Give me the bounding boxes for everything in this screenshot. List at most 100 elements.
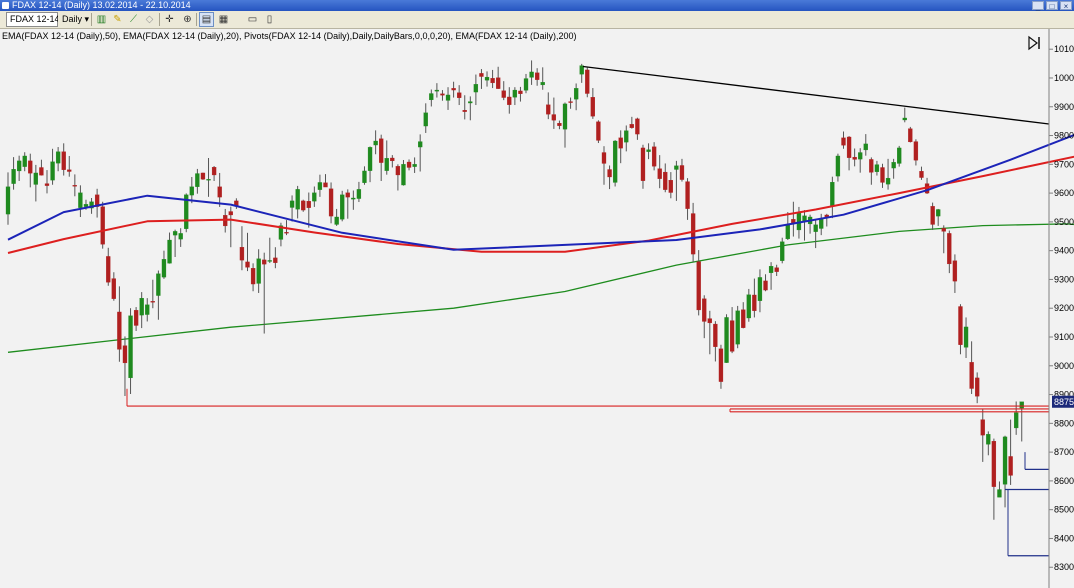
y-tick-label: 9000 xyxy=(1054,361,1074,371)
candle xyxy=(340,191,344,222)
candle xyxy=(95,189,99,218)
instrument-selector[interactable]: FDAX 12-14 ▾ xyxy=(6,12,58,27)
candle xyxy=(34,165,38,202)
candle xyxy=(440,90,444,101)
candle xyxy=(457,85,461,105)
candle xyxy=(435,83,439,97)
candle xyxy=(725,314,729,363)
candle xyxy=(474,75,478,106)
candle xyxy=(630,117,634,129)
y-tick-label: 8400 xyxy=(1054,533,1074,543)
candle xyxy=(842,132,846,149)
candle xyxy=(775,265,779,276)
candle xyxy=(524,74,528,93)
y-tick-label: 10100 xyxy=(1054,44,1074,54)
chevron-down-icon: ▾ xyxy=(85,14,90,24)
candle xyxy=(101,202,105,249)
candle xyxy=(658,155,662,188)
candle xyxy=(418,134,422,171)
candle xyxy=(123,336,127,396)
bar-chart-icon[interactable]: ▥ xyxy=(94,12,109,27)
candle xyxy=(992,439,996,520)
candle xyxy=(318,175,322,197)
minimize-icon[interactable]: _ xyxy=(1032,1,1044,10)
properties-icon[interactable]: ▭ xyxy=(245,12,260,27)
candle xyxy=(764,274,768,291)
candle xyxy=(106,248,110,286)
candle xyxy=(251,263,255,291)
instrument-label: FDAX 12-14 xyxy=(10,14,60,24)
y-tick-label: 9600 xyxy=(1054,188,1074,198)
candle xyxy=(446,87,450,110)
candle xyxy=(62,143,66,175)
y-tick-label: 9100 xyxy=(1054,332,1074,342)
chart-style-alt-icon[interactable]: ▦ xyxy=(216,12,231,27)
candle xyxy=(652,142,656,170)
toolbar-divider xyxy=(196,13,197,26)
trendline[interactable] xyxy=(583,66,1049,124)
candle xyxy=(730,307,734,353)
candle xyxy=(619,130,623,163)
candle xyxy=(190,177,194,203)
candle xyxy=(674,161,678,201)
candle xyxy=(869,157,873,184)
candle xyxy=(769,262,773,290)
candle xyxy=(357,182,361,202)
scroll-to-end-icon[interactable] xyxy=(1029,37,1039,49)
candle xyxy=(502,81,506,100)
y-tick-label: 8700 xyxy=(1054,447,1074,457)
candle xyxy=(17,156,21,181)
candle xyxy=(591,88,595,119)
candle xyxy=(407,159,411,170)
magnify-icon[interactable]: ⊕ xyxy=(180,12,195,27)
candle xyxy=(747,289,751,322)
chart-style-icon[interactable]: ▤ xyxy=(199,12,214,27)
candle xyxy=(240,226,244,270)
candle xyxy=(301,200,305,212)
interval-selector[interactable]: Daily ▾ xyxy=(58,12,88,27)
candle xyxy=(78,185,82,217)
candle xyxy=(173,230,177,257)
candle xyxy=(791,202,795,237)
eraser-icon[interactable]: ◇ xyxy=(142,12,157,27)
price-chart[interactable]: 8300840085008600870088008900900091009200… xyxy=(0,29,1074,588)
data-box-icon[interactable]: ▯ xyxy=(262,12,277,27)
candle xyxy=(207,158,211,197)
maximize-icon[interactable]: □ xyxy=(1046,1,1058,10)
candle xyxy=(741,302,745,328)
candle xyxy=(323,174,327,187)
pencil-icon[interactable]: ✎ xyxy=(110,12,125,27)
close-icon[interactable]: × xyxy=(1060,1,1072,10)
toolbar-divider xyxy=(159,13,160,26)
y-tick-label: 8600 xyxy=(1054,476,1074,486)
candle xyxy=(362,166,366,184)
candle xyxy=(697,250,701,315)
candle xyxy=(212,166,216,181)
candle xyxy=(229,207,233,248)
candle xyxy=(647,143,651,159)
candle xyxy=(814,220,818,248)
candle xyxy=(563,102,567,147)
candle xyxy=(713,321,717,361)
candle xyxy=(752,279,756,318)
candle xyxy=(596,120,600,143)
crosshair-icon[interactable]: ✛ xyxy=(162,12,177,27)
candle xyxy=(268,238,272,263)
candle xyxy=(12,157,16,190)
y-tick-label: 9800 xyxy=(1054,131,1074,141)
drawing-tool-icon[interactable]: ⟋ xyxy=(126,12,141,27)
y-tick-label: 8300 xyxy=(1054,562,1074,572)
candle xyxy=(964,317,968,358)
candle xyxy=(424,103,428,133)
candle xyxy=(892,159,896,179)
candle xyxy=(179,228,183,247)
app-icon xyxy=(2,2,9,9)
candle xyxy=(736,306,740,348)
chart-toolbar: FDAX 12-14 ▾ Daily ▾ ▥ ✎ ⟋ ◇ ✛ ⊕ ▤ ▦ ▭ ▯ xyxy=(0,11,1074,29)
candle xyxy=(608,165,612,189)
candle xyxy=(23,152,27,171)
candle xyxy=(513,87,517,105)
y-tick-label: 9900 xyxy=(1054,102,1074,112)
candle xyxy=(931,203,935,230)
candle xyxy=(452,82,456,98)
